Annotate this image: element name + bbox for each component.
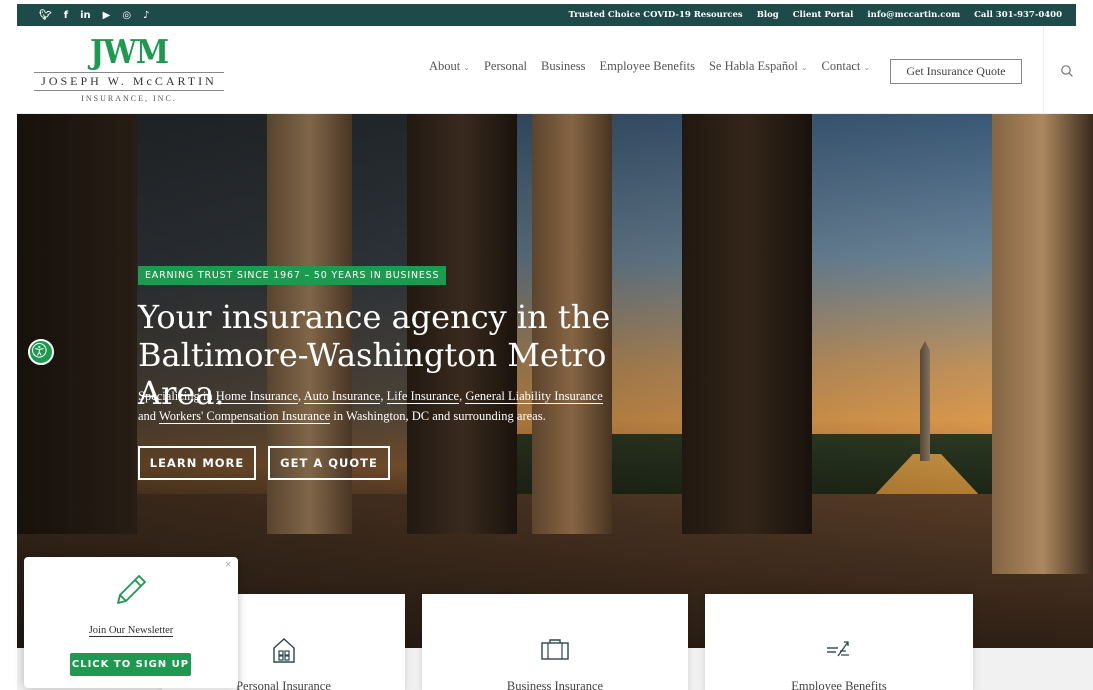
benefits-icon <box>827 641 849 657</box>
newsletter-label: Join Our Newsletter <box>88 625 174 637</box>
card-label: Employee Benefits <box>791 679 887 690</box>
youtube-icon[interactable]: ▶ <box>103 10 111 21</box>
main-nav: About ⌄ Personal Business Employee Benefi… <box>429 59 870 74</box>
linkedin-icon[interactable]: in <box>80 10 91 21</box>
facebook-icon[interactable]: f <box>64 10 68 21</box>
headline-line-1: Your insurance agency in the <box>138 298 611 336</box>
hero-description: Specializing in Home Insurance, Auto Ins… <box>138 389 603 424</box>
top-links: Trusted Choice COVID-19 Resources Blog C… <box>569 10 1062 20</box>
nav-item-personal[interactable]: Personal <box>484 59 527 74</box>
nav-item-se-habla-espanol[interactable]: Se Habla Español ⌄ <box>709 59 808 74</box>
site-header: JWM JOSEPH W. McCARTIN INSURANCE, INC. A… <box>17 26 1076 114</box>
general-liability-link[interactable]: General Liability Insurance <box>465 389 603 404</box>
newsletter-text: Join Our Newsletter <box>24 625 238 637</box>
business-insurance-card[interactable]: Business Insurance <box>422 594 688 690</box>
nav-label: Contact <box>821 59 861 73</box>
employee-benefits-card[interactable]: Employee Benefits <box>705 594 973 690</box>
home-insurance-link[interactable]: Home Insurance <box>215 389 299 404</box>
chevron-down-icon: ⌄ <box>800 63 808 72</box>
client-portal-link[interactable]: Client Portal <box>793 10 854 20</box>
logo-name: JOSEPH W. McCARTIN <box>34 72 224 91</box>
nav-item-contact[interactable]: Contact ⌄ <box>822 59 871 74</box>
email-link[interactable]: info@mccartin.com <box>867 10 960 20</box>
search-icon[interactable] <box>1060 64 1074 78</box>
logo[interactable]: JWM JOSEPH W. McCARTIN INSURANCE, INC. <box>34 33 224 103</box>
logo-mark: JWM <box>89 33 169 72</box>
divider <box>1043 26 1044 114</box>
logo-subtitle: INSURANCE, INC. <box>81 94 177 103</box>
briefcase-icon <box>541 639 569 660</box>
nav-item-about[interactable]: About ⌄ <box>429 59 470 74</box>
covid-resources-link[interactable]: Trusted Choice COVID-19 Resources <box>569 10 743 20</box>
twitter-icon[interactable]: 🐦︎ <box>39 10 52 21</box>
nav-label: Se Habla Español <box>708 59 798 73</box>
newsletter-popup: × Join Our Newsletter CLICK TO SIGN UP <box>24 557 238 688</box>
card-label: Business Insurance <box>506 679 604 690</box>
desc-suffix: in Washington, DC and surrounding areas. <box>330 409 546 423</box>
sign-up-button[interactable]: CLICK TO SIGN UP <box>70 653 191 676</box>
nav-item-employee-benefits[interactable]: Employee Benefits <box>599 59 694 74</box>
social-links: 🐦︎ f in ▶ ◎ ♪ <box>39 10 149 21</box>
nav-label: About <box>429 59 461 73</box>
instagram-icon[interactable]: ◎ <box>122 10 131 21</box>
desc-prefix: Specializing in <box>138 389 216 403</box>
pencil-icon <box>117 575 146 604</box>
nav-item-business[interactable]: Business <box>541 59 585 74</box>
tiktok-icon[interactable]: ♪ <box>143 10 149 21</box>
accessibility-icon[interactable] <box>28 339 54 365</box>
blog-link[interactable]: Blog <box>757 10 779 20</box>
top-bar: 🐦︎ f in ▶ ◎ ♪ Trusted Choice COVID-19 Re… <box>17 4 1076 26</box>
auto-insurance-link[interactable]: Auto Insurance <box>303 389 381 404</box>
desc-and: and <box>138 409 159 423</box>
chevron-down-icon: ⌄ <box>463 63 470 72</box>
learn-more-button[interactable]: LEARN MORE <box>138 446 256 480</box>
phone-link[interactable]: Call 301-937-0400 <box>974 10 1062 20</box>
years-in-business-badge: EARNING TRUST SINCE 1967 – 50 YEARS IN B… <box>138 266 447 285</box>
chevron-down-icon: ⌄ <box>863 63 871 72</box>
get-insurance-quote-button[interactable]: Get Insurance Quote <box>890 59 1022 84</box>
life-insurance-link[interactable]: Life Insurance <box>386 389 460 404</box>
workers-comp-link[interactable]: Workers' Compensation Insurance <box>158 409 331 424</box>
close-icon[interactable]: × <box>224 560 232 570</box>
house-icon <box>272 638 295 663</box>
get-a-quote-button[interactable]: GET A QUOTE <box>268 446 390 480</box>
